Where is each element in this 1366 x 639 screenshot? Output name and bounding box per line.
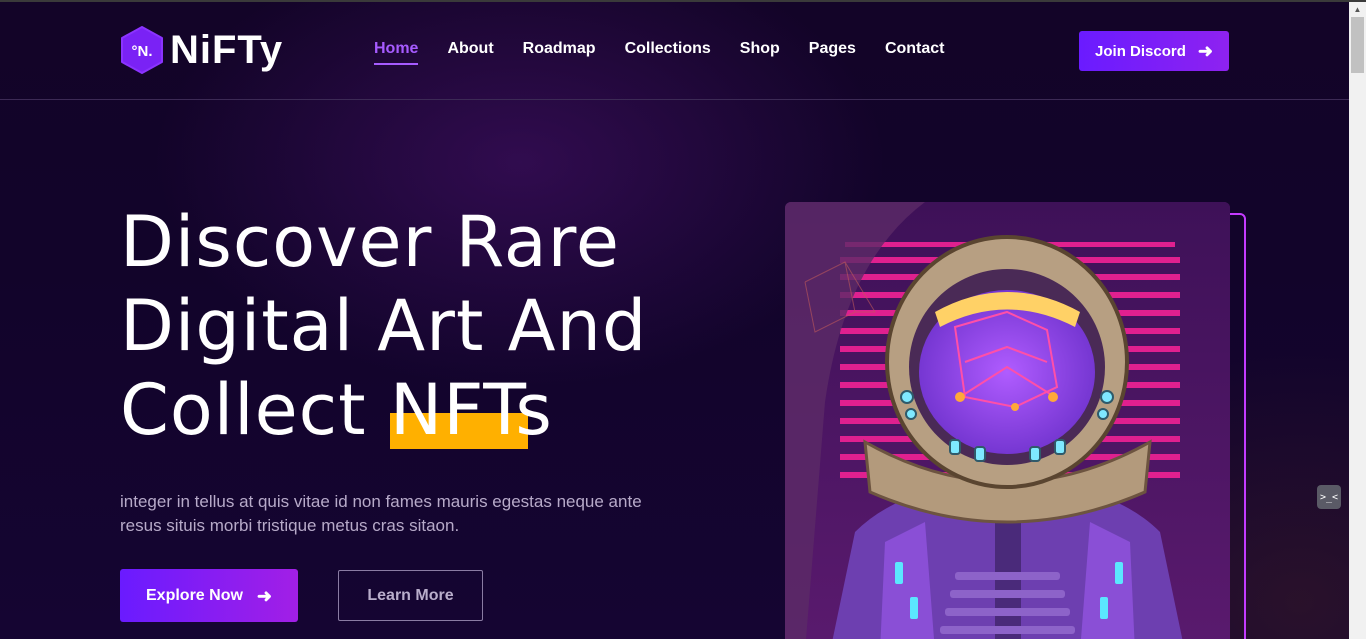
site-header: °N. NiFTy Home About Roadmap Collections… — [0, 2, 1349, 100]
nav-about[interactable]: About — [447, 40, 493, 66]
brand-name: NiFTy — [170, 27, 284, 72]
hero-artwork-astronaut — [785, 202, 1230, 639]
code-widget-icon[interactable]: >_< — [1317, 485, 1341, 509]
explore-now-label: Explore Now — [146, 586, 243, 604]
nav-shop[interactable]: Shop — [740, 40, 780, 66]
learn-more-button[interactable]: Learn More — [338, 570, 483, 621]
logo-hex-icon: °N. — [120, 25, 164, 75]
hero-title-line-2: Digital Art And — [120, 285, 648, 367]
scrollbar-thumb[interactable] — [1351, 17, 1364, 73]
join-discord-label: Join Discord — [1095, 42, 1186, 60]
main-nav: Home About Roadmap Collections Shop Page… — [374, 40, 974, 66]
join-discord-button[interactable]: Join Discord ➜ — [1079, 31, 1229, 71]
hero-title: Discover Rare Digital Art And Collect NF… — [120, 200, 720, 452]
nav-pages[interactable]: Pages — [809, 40, 856, 66]
nav-contact[interactable]: Contact — [885, 40, 945, 66]
page: °N. NiFTy Home About Roadmap Collections… — [0, 2, 1349, 639]
hero-title-line-3: Collect NFTs — [120, 369, 553, 451]
arrow-right-icon: ➜ — [256, 585, 272, 606]
nav-home[interactable]: Home — [374, 40, 419, 66]
hero-description: integer in tellus at quis vitae id non f… — [120, 492, 642, 535]
page-scrollbar[interactable] — [1349, 2, 1366, 639]
nav-roadmap[interactable]: Roadmap — [523, 40, 596, 66]
brand-logo[interactable]: °N. NiFTy — [120, 24, 283, 76]
logo-mark: °N. — [132, 43, 153, 60]
arrow-right-icon: ➜ — [1197, 41, 1213, 61]
explore-now-button[interactable]: Explore Now ➜ — [120, 569, 298, 622]
hero-title-line-1: Discover Rare — [120, 201, 620, 283]
scroll-up-icon[interactable]: ▲ — [1349, 2, 1366, 16]
nav-collections[interactable]: Collections — [625, 40, 711, 66]
